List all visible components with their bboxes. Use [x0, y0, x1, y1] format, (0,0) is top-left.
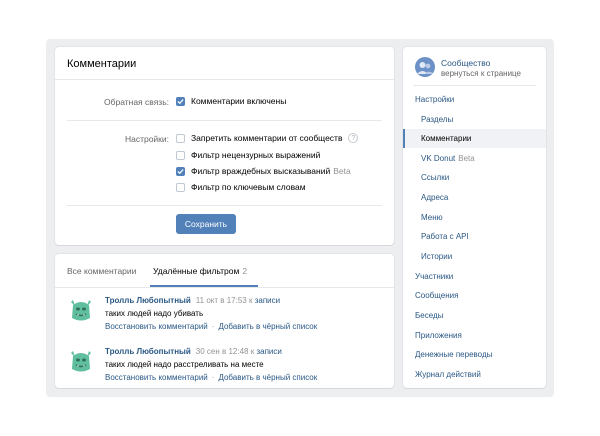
community-icon — [417, 62, 433, 74]
post-link[interactable]: записи — [256, 347, 281, 356]
comment-date: 30 сен в 12:48 к — [195, 347, 255, 356]
sidebar-item-api[interactable]: Работа с API — [403, 227, 546, 246]
keyword-filter-checkbox[interactable]: Фильтр по ключевым словам — [176, 182, 306, 192]
add-to-blacklist-link[interactable]: Добавить в чёрный список — [218, 373, 317, 382]
sidebar-item-links[interactable]: Ссылки — [403, 168, 546, 187]
sidebar-item-menu[interactable]: Меню — [403, 208, 546, 227]
sidebar-item-comments[interactable]: Комментарии — [403, 129, 546, 148]
filtered-comments-card: Все комментарии Удалённые фильтром 2 Трол… — [55, 254, 394, 388]
disable-community-comments-checkbox[interactable]: Запретить комментарии от сообществ ? — [176, 133, 359, 143]
comment-author-link[interactable]: Тролль Любопытный — [105, 296, 191, 305]
beta-badge: Beta — [458, 154, 475, 163]
sidebar-item-action-log[interactable]: Журнал действий — [403, 365, 546, 384]
active-tab-indicator — [150, 285, 258, 287]
checkbox-checked-icon — [176, 96, 185, 106]
separator-dot: · — [211, 373, 215, 382]
community-name[interactable]: Сообщество — [441, 58, 490, 68]
page-title: Комментарии — [55, 47, 394, 80]
comments-tabs: Все комментарии Удалённые фильтром 2 — [55, 254, 394, 288]
restore-comment-link[interactable]: Восстановить комментарий — [105, 322, 208, 331]
tab-label: Удалённые фильтром — [153, 266, 240, 276]
sidebar-item-apps[interactable]: Приложения — [403, 326, 546, 345]
comment-date: 11 окт в 17:53 к — [195, 296, 253, 305]
sidebar-item-label: VK Donut — [421, 154, 456, 163]
comment-text: таких людей надо расстреливать на месте — [105, 360, 264, 369]
beta-badge: Beta — [333, 166, 351, 176]
option-label: Фильтр враждебных высказываний — [191, 166, 331, 176]
restore-comment-link[interactable]: Восстановить комментарий — [105, 373, 208, 382]
post-link[interactable]: записи — [255, 296, 280, 305]
divider — [67, 120, 382, 121]
sidebar-item-messages[interactable]: Сообщения — [403, 286, 546, 305]
checkbox-icon — [176, 182, 185, 192]
checkbox-icon — [176, 150, 185, 160]
hate-speech-filter-checkbox[interactable]: Фильтр враждебных высказываний Beta — [176, 166, 351, 176]
sidebar-item-members[interactable]: Участники — [403, 267, 546, 286]
sidebar-item-stories[interactable]: Истории — [403, 247, 546, 266]
comment-text: таких людей надо убивать — [105, 309, 204, 318]
troll-avatar-icon[interactable] — [67, 347, 95, 375]
feedback-label: Обратная связь: — [104, 97, 169, 107]
back-to-community[interactable]: Сообщество вернуться к странице — [415, 57, 540, 87]
sidebar: Сообщество вернуться к странице Настройк… — [403, 47, 546, 388]
option-label: Запретить комментарии от сообществ — [191, 133, 343, 143]
comment-item: Тролль Любопытный 30 сен в 12:48 к записи… — [67, 347, 387, 387]
add-to-blacklist-link[interactable]: Добавить в чёрный список — [218, 322, 317, 331]
settings-label: Настройки: — [124, 134, 169, 144]
sidebar-item-settings[interactable]: Настройки — [403, 90, 546, 109]
sidebar-item-chats[interactable]: Беседы — [403, 306, 546, 325]
sidebar-item-money-transfers[interactable]: Денежные переводы — [403, 345, 546, 364]
separator-dot: · — [211, 322, 215, 331]
sidebar-item-vk-donut[interactable]: VK Donut Beta — [403, 149, 546, 168]
comment-item: Тролль Любопытный 11 окт в 17:53 к записи… — [67, 296, 387, 336]
save-button[interactable]: Сохранить — [176, 214, 236, 234]
sidebar-item-sections[interactable]: Разделы — [403, 110, 546, 129]
option-label: Фильтр по ключевым словам — [191, 182, 306, 192]
option-label: Фильтр нецензурных выражений — [191, 150, 321, 160]
tab-count-badge: 2 — [242, 266, 248, 276]
troll-avatar-icon[interactable] — [67, 296, 95, 324]
tab-filtered-comments[interactable]: Удалённые фильтром 2 — [153, 266, 247, 276]
back-to-page-link[interactable]: вернуться к странице — [441, 69, 521, 78]
comments-enabled-label: Комментарии включены — [191, 96, 287, 106]
community-avatar — [415, 57, 435, 77]
profanity-filter-checkbox[interactable]: Фильтр нецензурных выражений — [176, 150, 320, 160]
help-icon[interactable]: ? — [348, 133, 359, 143]
comments-enabled-checkbox[interactable]: Комментарии включены — [176, 96, 286, 106]
comment-author-link[interactable]: Тролль Любопытный — [105, 347, 191, 356]
divider — [67, 205, 382, 206]
checkbox-icon — [176, 133, 185, 143]
sidebar-item-addresses[interactable]: Адреса — [403, 188, 546, 207]
checkbox-checked-icon — [176, 166, 185, 176]
divider — [413, 85, 536, 86]
tab-all-comments[interactable]: Все комментарии — [67, 266, 136, 276]
